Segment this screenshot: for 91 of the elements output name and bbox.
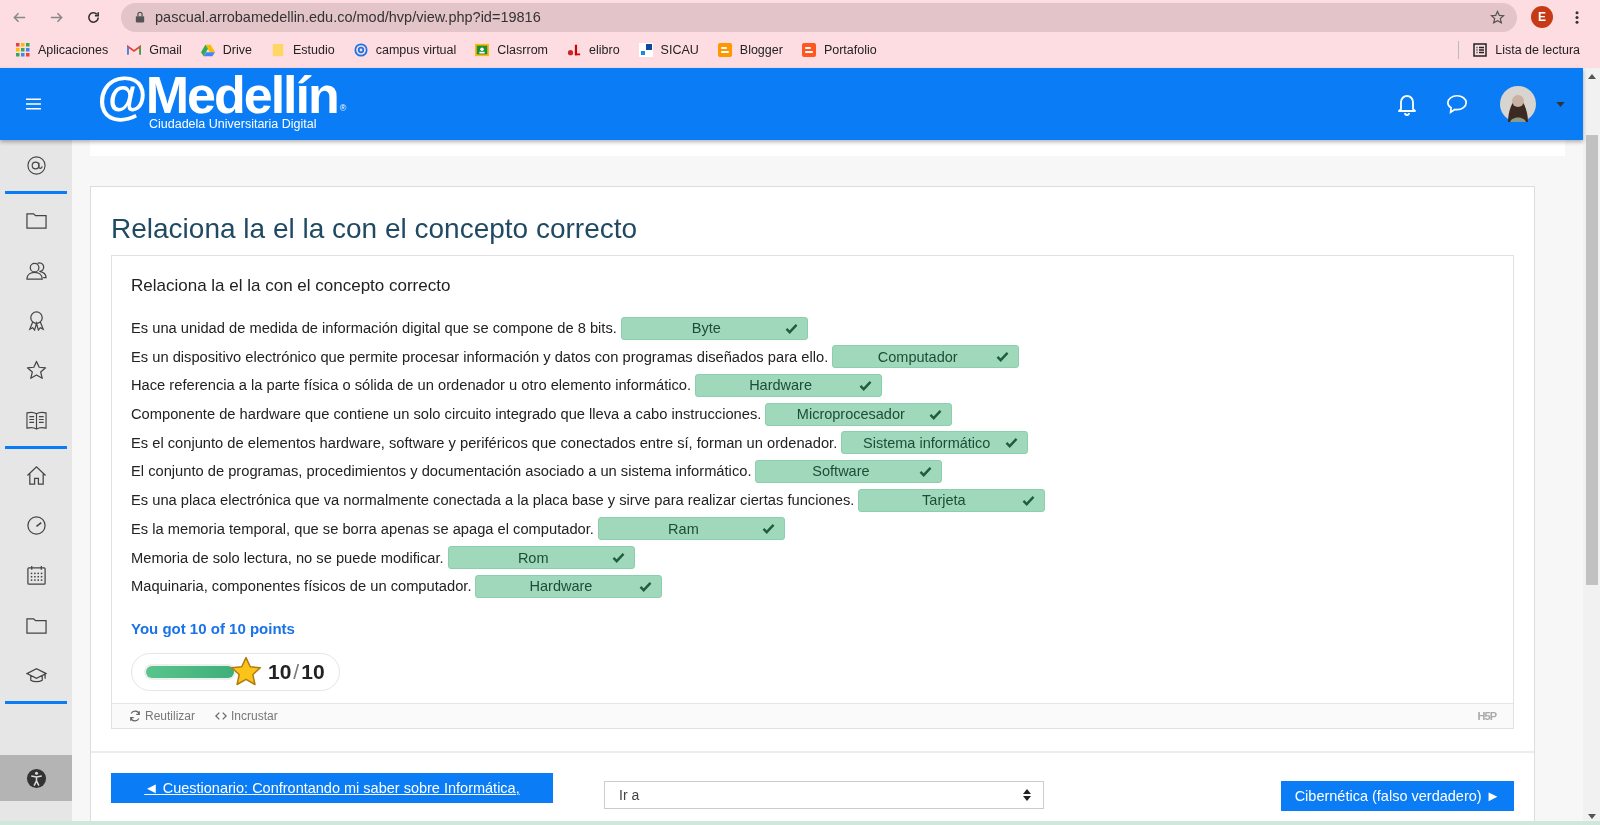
question-text: Maquinaria, componentes físicos de un computador. [131, 578, 472, 595]
lock-icon [135, 11, 145, 23]
bookmark[interactable]: Clasrrom [475, 43, 548, 57]
brand-mark: H5P [1477, 710, 1496, 723]
bookmark[interactable]: campus virtual [353, 43, 457, 57]
answer-box: Ram [597, 517, 785, 541]
classroom-icon [475, 43, 490, 57]
accessibility-button[interactable] [0, 755, 72, 801]
reading-list-button[interactable]: Lista de lectura [1473, 43, 1580, 57]
blog-icon [801, 43, 816, 57]
question-text: Memoria de solo lectura, no se puede modificar. [131, 549, 444, 566]
bookmark[interactable]: Portafolio [801, 43, 877, 57]
page-title: Relaciona la el la con el concepto correcto [111, 213, 639, 245]
bookmark[interactable]: Aplicaciones [16, 43, 109, 57]
profile-avatar[interactable]: E [1531, 6, 1553, 28]
folder-icon [271, 43, 285, 57]
registered-mark: ® [339, 104, 347, 114]
book-icon [25, 409, 47, 431]
check-icon [859, 379, 873, 391]
answer-box: Computador [832, 345, 1020, 369]
bookmark[interactable]: SICAU [638, 43, 699, 57]
task-title: Relaciona la el la con el concepto correcto [131, 276, 452, 296]
check-icon [1022, 494, 1036, 506]
book-icon [567, 43, 581, 57]
score-max: 10 [301, 660, 325, 685]
question-text: Es una unidad de medida de información digital que se compone de 8 bits. [131, 320, 617, 336]
action-link[interactable]: Reutilizar [129, 709, 195, 724]
address-bar[interactable]: pascual.arrobamedellin.edu.co/mod/hvp/view.php?id=19816 [121, 2, 1517, 32]
answer-box: Hardware [695, 373, 883, 397]
blog-icon [717, 43, 732, 57]
check-icon [929, 408, 943, 420]
question-text: Es una placa electrónica que va normalmente conectada a la placa base y sirve para realizar ciertas funciones. [131, 492, 855, 509]
bookmark[interactable]: Blogger [717, 43, 783, 57]
menu-icon[interactable] [1575, 9, 1579, 25]
jump-select[interactable]: Ir a [604, 781, 1044, 810]
check-icon [1005, 437, 1019, 449]
url-text: pascual.arrobamedellin.edu.co/mod/hvp/view.php?id=19816 [155, 9, 542, 25]
bookmark[interactable]: elibro [567, 43, 620, 57]
answer-box: Software [755, 459, 943, 483]
next-activity-button[interactable]: Cibernética (falso verdadero) ► [1280, 781, 1514, 812]
score-feedback: You got 10 of 10 points [131, 620, 296, 638]
reload-icon[interactable] [86, 9, 101, 25]
check-icon [611, 552, 625, 563]
caret-icon[interactable] [1556, 101, 1565, 107]
question-text: El conjunto de programas, procedimientos y documentación asociado a un sistema informático. [131, 463, 752, 480]
bookmark-star-icon[interactable] [1490, 9, 1505, 25]
users-icon [25, 259, 47, 281]
chat-icon[interactable] [1446, 92, 1468, 116]
calendar-icon [25, 564, 47, 586]
check-icon [919, 465, 933, 477]
at-icon [25, 154, 47, 176]
answer-box: Tarjeta [858, 488, 1046, 512]
scroll-down-icon[interactable] [1587, 814, 1596, 819]
question-text: Es el conjunto de elementos hardware, software y periféricos que conectados entre sí, forman un ordenador. [131, 434, 838, 451]
answer-box: Byte [620, 316, 808, 340]
bookmark[interactable]: Gmail [127, 43, 182, 57]
answer-box: Rom [447, 546, 635, 569]
question-text: Es la memoria temporal, que se borra apenas se apaga el computador. [131, 520, 594, 537]
reload-icon [129, 710, 141, 723]
previous-activity-link[interactable]: ◄ Cuestionario: Confrontando mi saber sobre Informática, [111, 773, 553, 804]
question-text: Es un dispositivo electrónico que permite procesar información y datos con programas diseñados para ello. [131, 348, 829, 365]
question-text: Hace referencia a la parte física o sólida de un ordenador u otro elemento informático. [131, 377, 692, 394]
check-icon [761, 523, 775, 535]
check-icon [996, 351, 1010, 363]
notifications-icon[interactable] [1396, 92, 1418, 116]
caret-icon [1023, 789, 1031, 802]
score-value: 10 [268, 660, 292, 685]
list-icon [1473, 43, 1488, 57]
action-link[interactable]: Incrustar [215, 709, 278, 724]
question-text: Componente de hardware que contiene un solo circuito integrado que lleva a cabo instrucciones. [131, 406, 762, 423]
scroll-up-icon[interactable] [1587, 74, 1596, 79]
squares-icon [638, 43, 653, 57]
check-icon [784, 322, 798, 334]
check-icon [639, 580, 653, 592]
answer-box: Hardware [475, 574, 663, 598]
home-icon [25, 464, 47, 486]
bookmark[interactable]: Estudio [271, 43, 335, 57]
user-avatar[interactable] [1500, 86, 1536, 122]
star-icon [25, 359, 47, 381]
answer-box: Sistema informático [841, 431, 1029, 455]
mail-icon [127, 43, 142, 57]
score-separator: / [293, 660, 300, 685]
bookmark[interactable]: Drive [200, 43, 252, 57]
code-icon [215, 710, 227, 723]
triangle-icon [200, 43, 215, 57]
grid-icon [16, 43, 30, 57]
gauge-icon [25, 514, 47, 536]
answer-box: Microprocesador [765, 402, 953, 426]
logo[interactable]: @Medellín® Ciudadela Universitaria Digital [97, 73, 347, 131]
accessibility-icon [25, 767, 47, 789]
at-icon [353, 43, 368, 57]
